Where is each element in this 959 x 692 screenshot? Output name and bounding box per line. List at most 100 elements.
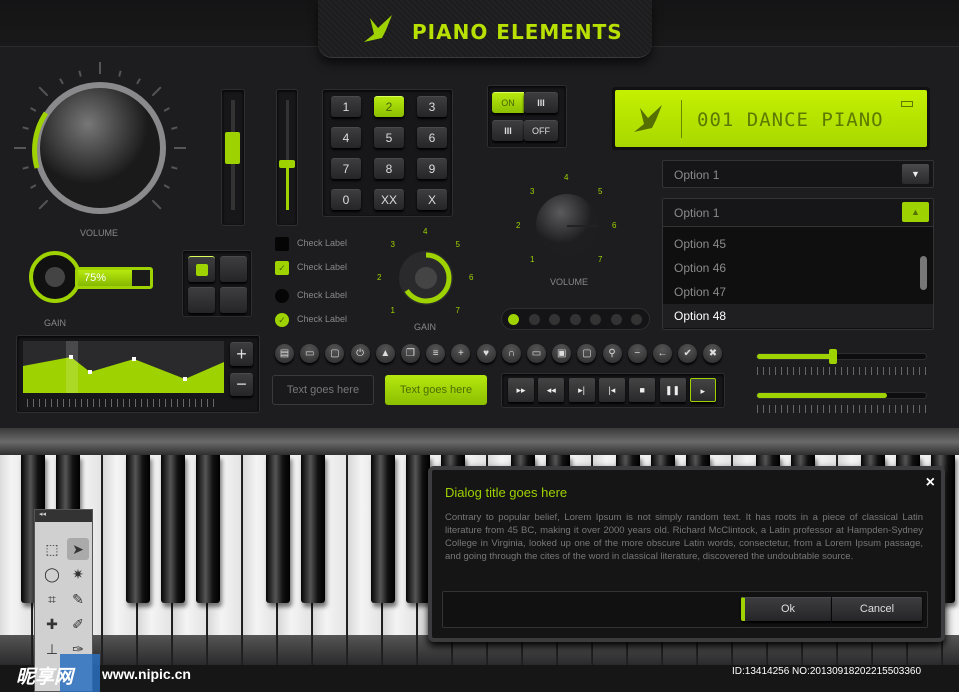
vertical-slider-1[interactable] xyxy=(221,89,245,226)
indicator-dot[interactable] xyxy=(549,314,560,325)
presentation-icon[interactable]: ▭ xyxy=(300,344,320,363)
checkbox[interactable]: ✓ xyxy=(275,261,289,275)
dropdown-2[interactable]: Option 1 ▲ Option 45 Option 46 Option 47 Op… xyxy=(662,198,934,330)
black-key[interactable] xyxy=(126,455,150,603)
keypad-key[interactable]: 9 xyxy=(417,158,447,179)
brush-icon[interactable]: ✐ xyxy=(67,613,89,635)
keypad-key[interactable]: XX xyxy=(374,189,404,210)
keypad-key[interactable]: 2 xyxy=(374,96,404,117)
scrollbar-thumb[interactable] xyxy=(920,256,927,290)
power-icon[interactable]: ⏻ xyxy=(350,344,370,363)
tv-icon[interactable]: ▢ xyxy=(577,344,597,363)
play-icon[interactable]: ▸ xyxy=(689,378,716,402)
indicator-dot[interactable] xyxy=(590,314,601,325)
close-icon[interactable]: × xyxy=(926,474,935,492)
grid-button-2[interactable] xyxy=(220,256,247,282)
arrow-left-icon[interactable]: ← xyxy=(653,344,672,363)
toggle-off[interactable]: OFF xyxy=(524,120,558,141)
collapse-icon[interactable]: ◂◂ xyxy=(35,510,92,522)
plus-icon[interactable]: + xyxy=(451,344,471,363)
marquee-icon[interactable]: ⬚ xyxy=(41,538,63,560)
keypad-key[interactable]: 0 xyxy=(331,189,361,210)
black-key[interactable] xyxy=(266,455,290,603)
message-icon[interactable]: ≡ xyxy=(426,344,446,363)
lock-icon[interactable]: ▣ xyxy=(552,344,572,363)
indicator-dot[interactable] xyxy=(569,314,581,325)
chevron-up-icon[interactable]: ▲ xyxy=(902,202,929,222)
toggle-grip[interactable]: III xyxy=(492,120,524,141)
check-label: Check Label xyxy=(297,238,348,248)
cancel-button[interactable]: Cancel xyxy=(832,597,922,621)
stop-icon[interactable]: ■ xyxy=(629,378,656,402)
skip-prev-icon[interactable]: |◂ xyxy=(598,378,625,402)
magic-wand-icon[interactable]: ✷ xyxy=(67,563,89,585)
checkbox[interactable] xyxy=(275,237,289,251)
black-key[interactable] xyxy=(196,455,220,603)
eq-plus-button[interactable]: + xyxy=(230,342,253,366)
radio[interactable]: ✓ xyxy=(275,313,289,327)
slider-thumb[interactable] xyxy=(279,160,295,168)
keypad-key[interactable]: 4 xyxy=(331,127,361,148)
toggle-grip[interactable]: III xyxy=(524,92,558,113)
black-key[interactable] xyxy=(406,455,430,603)
indicator-dot[interactable] xyxy=(631,314,642,325)
skip-next-icon[interactable]: ▸| xyxy=(568,378,595,402)
check-icon[interactable]: ✔ xyxy=(678,344,698,363)
black-key[interactable] xyxy=(301,455,325,603)
vertical-slider-2[interactable] xyxy=(276,89,298,226)
gain-dial-label: GAIN xyxy=(414,322,437,332)
close-icon[interactable]: ✖ xyxy=(703,344,723,363)
dropdown-option[interactable]: Option 48 xyxy=(663,304,933,328)
healing-icon[interactable]: ✚ xyxy=(41,613,63,635)
eq-minus-button[interactable]: − xyxy=(230,373,253,396)
grid-button-4[interactable] xyxy=(220,287,247,313)
toggle-on[interactable]: ON xyxy=(492,92,524,113)
slider-thumb[interactable] xyxy=(225,132,240,164)
black-key[interactable] xyxy=(161,455,185,603)
dropdown-option[interactable]: Option 45 xyxy=(663,232,933,256)
radio[interactable] xyxy=(275,289,289,303)
volume-knob[interactable] xyxy=(10,58,190,238)
headphones-icon[interactable]: ∩ xyxy=(501,344,521,363)
pause-icon[interactable]: ❚❚ xyxy=(659,378,686,402)
dial-number: 1 xyxy=(530,254,535,264)
chevron-down-icon[interactable]: ▼ xyxy=(902,164,929,184)
keypad-key[interactable]: 7 xyxy=(331,158,361,179)
crop-icon[interactable]: ⌗ xyxy=(41,588,63,610)
keypad-key[interactable]: 6 xyxy=(417,127,447,148)
laptop-icon[interactable]: ▭ xyxy=(527,344,546,363)
dropdown-option[interactable]: Option 46 xyxy=(663,256,933,280)
search-icon[interactable]: ⚲ xyxy=(602,344,622,363)
copy-icon[interactable]: ❐ xyxy=(401,344,420,363)
dropdown-1[interactable]: Option 1 ▼ xyxy=(662,160,934,188)
chat-icon[interactable]: ▢ xyxy=(325,344,345,363)
indicator-dot[interactable] xyxy=(508,314,519,325)
minus-icon[interactable]: − xyxy=(627,344,647,363)
black-key[interactable] xyxy=(371,455,395,603)
indicator-dot[interactable] xyxy=(528,314,540,325)
eq-graph[interactable] xyxy=(23,341,224,393)
keypad-key[interactable]: 1 xyxy=(331,96,361,117)
film-icon[interactable]: ▤ xyxy=(275,344,294,363)
slider-thumb[interactable] xyxy=(828,349,837,364)
keypad-key[interactable]: 8 xyxy=(374,158,404,179)
hat-icon[interactable]: ▲ xyxy=(375,344,395,363)
keypad-key[interactable]: 3 xyxy=(417,96,447,117)
lasso-icon[interactable]: ◯ xyxy=(41,563,63,585)
keypad-key[interactable]: X xyxy=(417,189,447,210)
shield-icon[interactable]: ♥ xyxy=(476,344,496,363)
ok-button[interactable]: Ok xyxy=(741,597,831,621)
grid-button-1[interactable] xyxy=(188,256,215,282)
fast-forward-icon[interactable]: ▸▸ xyxy=(508,378,534,402)
indicator-dot[interactable] xyxy=(610,314,622,325)
rewind-icon[interactable]: ◂◂ xyxy=(538,378,565,402)
horizontal-slider-2[interactable] xyxy=(756,392,927,399)
horizontal-slider-1[interactable] xyxy=(756,353,927,360)
page-title: PIANO ELEMENTS xyxy=(412,20,623,44)
eyedropper-icon[interactable]: ✎ xyxy=(67,588,89,610)
keypad-key[interactable]: 5 xyxy=(374,127,404,148)
grid-button-3[interactable] xyxy=(188,287,215,313)
dropdown-option[interactable]: Option 47 xyxy=(663,280,933,304)
dial-number: 7 xyxy=(455,305,460,315)
move-icon[interactable]: ➤ xyxy=(67,538,89,560)
